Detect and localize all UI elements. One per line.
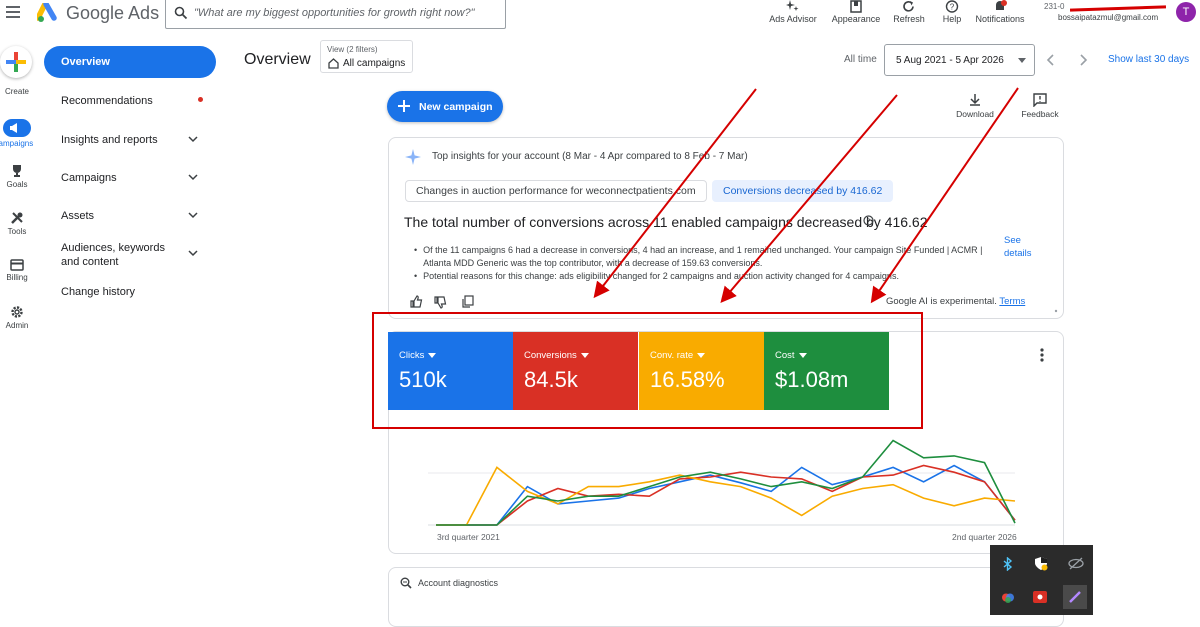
plus-icon: [398, 100, 410, 112]
account-diagnostics-title: Account diagnostics: [418, 578, 499, 588]
pen-app-tile[interactable]: [1063, 585, 1087, 609]
rail-label: Admin: [5, 321, 29, 330]
chevron-down-icon[interactable]: [188, 172, 198, 182]
date-range-picker[interactable]: 5 Aug 2021 - 5 Apr 2026: [884, 44, 1035, 76]
avatar[interactable]: T: [1176, 2, 1196, 22]
view-filter-button[interactable]: View (2 filters) All campaigns: [320, 40, 413, 73]
chevron-down-icon[interactable]: [188, 248, 198, 258]
range-label: All time: [844, 54, 877, 65]
chart-series-line-3: [436, 439, 1016, 526]
rail-item-tools[interactable]: Tools: [0, 211, 34, 236]
app-name: Google Ads: [66, 3, 160, 23]
show-last-30-days-link[interactable]: Show last 30 days: [1108, 54, 1189, 65]
view-filter-value: All campaigns: [343, 58, 406, 69]
page-title: Overview: [244, 51, 311, 68]
nav-insights[interactable]: Insights and reports: [61, 134, 158, 146]
tool-label: Ads Advisor: [769, 14, 817, 24]
new-campaign-label: New campaign: [419, 101, 493, 113]
rail-label: Tools: [7, 227, 27, 236]
hidden-eye-icon[interactable]: [1068, 557, 1084, 570]
campaigns-icon: [3, 119, 31, 137]
thumbs-down-icon[interactable]: [434, 296, 447, 309]
chevron-down-icon[interactable]: [188, 134, 198, 144]
rail-item-campaigns[interactable]: Campaigns: [0, 119, 34, 148]
security-shield-icon[interactable]: [1034, 556, 1048, 571]
pen-icon: [1069, 591, 1081, 603]
annotation-arrow: [593, 88, 757, 299]
plus-icon: [6, 52, 26, 72]
tool-label: Help: [942, 14, 962, 24]
rail-item-billing[interactable]: Billing: [0, 259, 34, 282]
ai-sparkle-icon: [405, 149, 421, 165]
nav-recommendations[interactable]: Recommendations: [61, 95, 153, 107]
tool-label: Appearance: [831, 14, 881, 24]
notification-dot: [198, 97, 203, 102]
nav-campaigns[interactable]: Campaigns: [61, 172, 117, 184]
card-icon: [10, 259, 24, 271]
nav-change-history[interactable]: Change history: [61, 286, 135, 298]
thumbs-up-icon[interactable]: [410, 295, 423, 308]
bell-icon: [996, 0, 1007, 10]
tools-icon: [11, 212, 23, 224]
rail-item-admin[interactable]: Admin: [0, 305, 34, 330]
previous-period-icon[interactable]: [1046, 54, 1056, 66]
search-icon: [174, 6, 188, 20]
nav-audiences[interactable]: Audiences, keywords and content: [61, 241, 186, 269]
x-axis-end-label: 2nd quarter 2026: [952, 532, 1017, 542]
svg-text:?: ?: [950, 3, 955, 12]
color-app-icon[interactable]: [1001, 591, 1015, 604]
recording-icon[interactable]: [1033, 591, 1047, 603]
sparkle-icon: [786, 0, 799, 11]
performance-chart: [428, 439, 1016, 526]
rail-label: Campaigns: [0, 139, 34, 148]
redaction-scribble: [1069, 5, 1167, 12]
diagnostics-icon: [400, 577, 412, 589]
trophy-icon: [13, 165, 21, 177]
search-input[interactable]: "What are my biggest opportunities for g…: [165, 0, 506, 29]
view-filter-small: View (2 filters): [327, 45, 378, 54]
create-button[interactable]: [0, 46, 32, 78]
gear-icon: [11, 306, 23, 318]
chart-series-line-1: [436, 464, 1016, 526]
rail-label: Billing: [6, 273, 28, 282]
bluetooth-icon[interactable]: [1002, 557, 1014, 571]
feedback-icon: [1033, 93, 1047, 108]
nav-assets[interactable]: Assets: [61, 210, 94, 222]
annotation-arrows: [593, 87, 1019, 304]
copy-icon[interactable]: [461, 295, 474, 308]
date-range-value: 5 Aug 2021 - 5 Apr 2026: [896, 55, 1004, 66]
account-diagnostics-card[interactable]: [388, 567, 1064, 627]
x-axis-start-label: 3rd quarter 2021: [437, 532, 500, 542]
dropdown-arrow-icon: [1018, 58, 1026, 63]
refresh-icon: [903, 1, 914, 12]
more-options-icon[interactable]: [1036, 347, 1048, 363]
system-tray-popup: [990, 545, 1093, 615]
nav-overview[interactable]: Overview: [44, 46, 216, 78]
help-icon: ?: [945, 0, 959, 13]
top-bar: Google Ads "What are my biggest opportun…: [0, 0, 1200, 34]
chevron-down-icon[interactable]: [188, 210, 198, 220]
notifications-button[interactable]: Notifications: [965, 0, 1035, 24]
menu-icon[interactable]: [6, 6, 20, 18]
new-campaign-button[interactable]: New campaign: [387, 91, 503, 122]
rail-item-goals[interactable]: Goals: [0, 164, 34, 189]
annotation-arrow: [720, 94, 898, 304]
expand-corner-icon: [1054, 309, 1058, 313]
home-icon: [328, 58, 339, 69]
tool-label: Notifications: [975, 14, 1025, 24]
ads-advisor-button[interactable]: Ads Advisor: [758, 0, 828, 24]
account-email: bossaipatazmul@gmail.com: [1058, 13, 1159, 22]
account-id: 231-0: [1044, 2, 1065, 11]
rail-label: Goals: [6, 180, 28, 189]
rail-label-create: Create: [4, 87, 29, 96]
annotation-arrow: [870, 87, 1019, 304]
annotation-highlight-box: [372, 312, 923, 429]
appearance-icon: [850, 0, 862, 13]
google-ads-logo-icon: [37, 3, 57, 22]
next-period-icon[interactable]: [1078, 54, 1088, 66]
